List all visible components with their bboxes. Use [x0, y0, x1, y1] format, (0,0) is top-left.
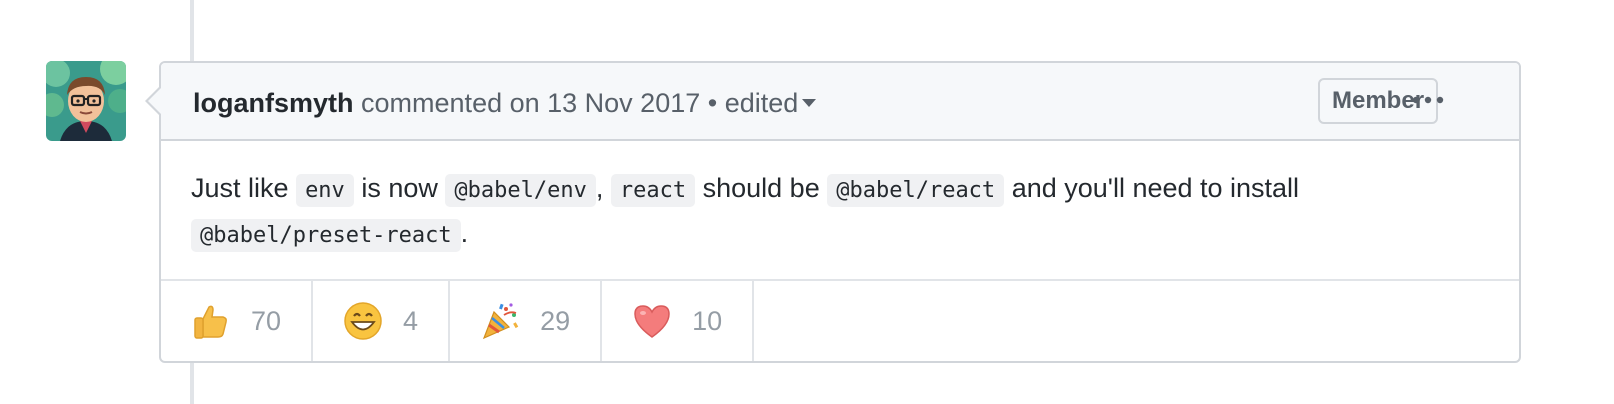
laugh-icon: [343, 301, 383, 341]
party-popper-icon: [480, 301, 520, 341]
reaction-laugh[interactable]: 4: [313, 281, 451, 361]
edited-label: edited: [724, 88, 799, 118]
body-text: ,: [595, 173, 604, 203]
inline-code: react: [610, 174, 696, 207]
reaction-thumbs-up[interactable]: 70: [161, 281, 314, 361]
comment-box: loganfsmyth commented on 13 Nov 2017 • e…: [159, 61, 1521, 363]
body-text: is now: [361, 173, 438, 203]
separator-dot: •: [707, 88, 718, 118]
reaction-heart[interactable]: 10: [602, 281, 755, 361]
reaction-hooray[interactable]: 29: [450, 281, 603, 361]
comment-body: Just like env is now @babel/env, react s…: [191, 167, 1481, 257]
reaction-count: 10: [692, 305, 723, 336]
comment-meta: loganfsmyth commented on 13 Nov 2017 • e…: [193, 86, 817, 120]
inline-code: @babel/env: [445, 174, 596, 207]
edited-dropdown[interactable]: edited: [725, 88, 817, 118]
body-text: Just like: [191, 173, 289, 203]
author-link[interactable]: loganfsmyth: [193, 88, 354, 118]
more-options-button[interactable]: [1411, 85, 1445, 115]
chevron-down-icon: [802, 98, 817, 107]
reaction-count: 4: [403, 305, 419, 336]
speech-caret-fill: [148, 88, 161, 114]
inline-code: env: [296, 174, 354, 207]
heart-icon: [632, 301, 672, 341]
thumbs-up-icon: [191, 301, 231, 341]
inline-code: @babel/react: [827, 174, 1005, 207]
avatar[interactable]: [46, 61, 126, 141]
body-text: .: [460, 218, 469, 248]
reaction-count: 29: [540, 305, 571, 336]
kebab-horizontal-icon: [1412, 96, 1444, 104]
reactions-bar: 70 4 29 10: [161, 279, 1519, 361]
reaction-count: 70: [251, 305, 282, 336]
body-text: should be: [702, 173, 820, 203]
body-text: and you'll need to install: [1011, 173, 1300, 203]
avatar-image: [46, 61, 126, 141]
comment-action-text[interactable]: commented on 13 Nov 2017: [361, 88, 700, 118]
comment-header: loganfsmyth commented on 13 Nov 2017 • e…: [161, 63, 1519, 141]
inline-code: @babel/preset-react: [191, 219, 461, 252]
